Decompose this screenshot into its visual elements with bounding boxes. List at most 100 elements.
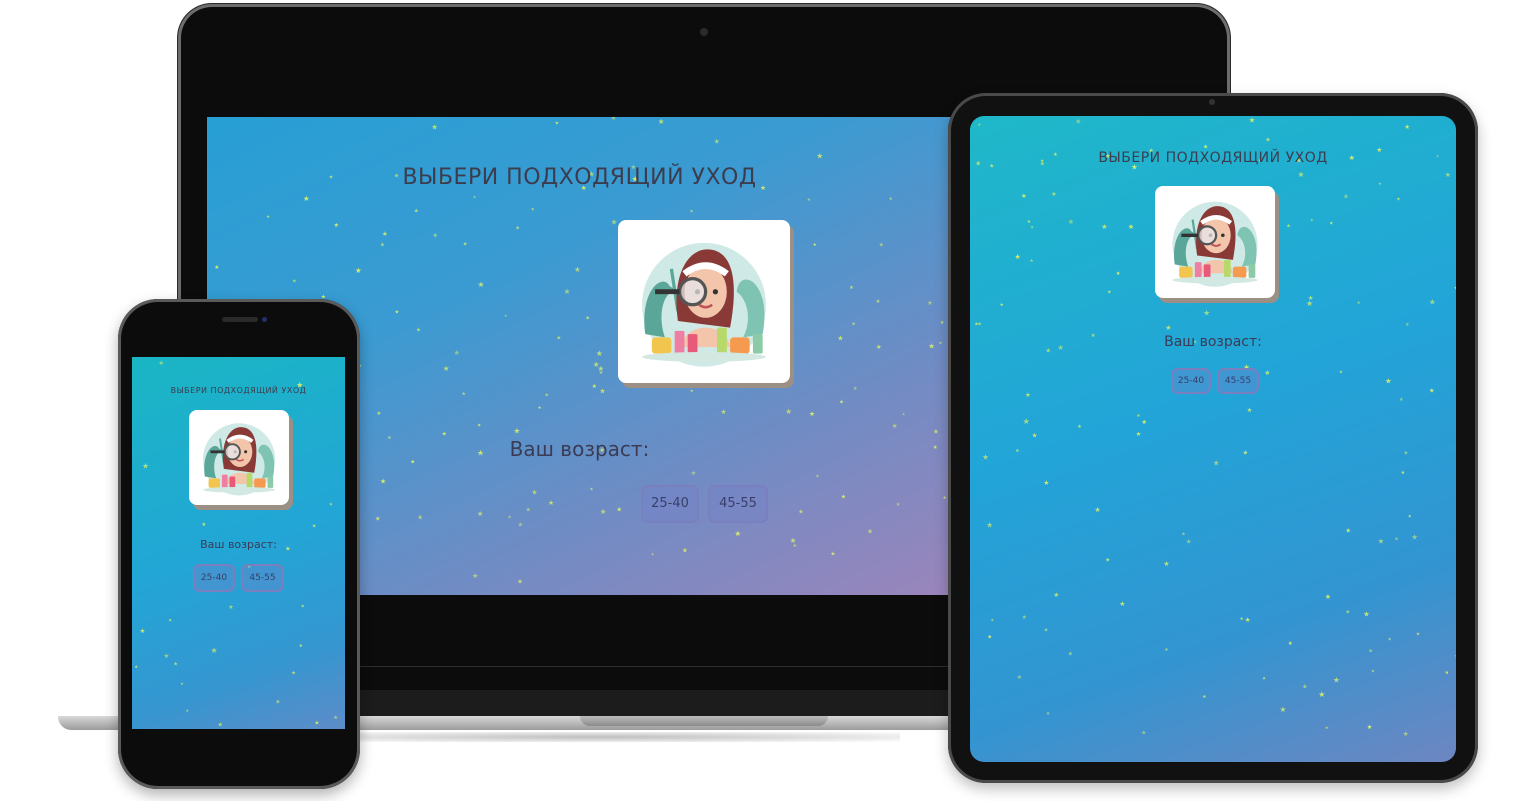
star-icon: ★ <box>1408 513 1412 518</box>
star-icon: ★ <box>1249 116 1256 125</box>
star-icon: ★ <box>185 708 189 714</box>
star-icon: ★ <box>1286 223 1291 229</box>
star-icon: ★ <box>507 515 511 521</box>
star-icon: ★ <box>815 474 820 480</box>
star-icon: ★ <box>315 721 320 727</box>
star-icon: ★ <box>1378 537 1384 546</box>
star-icon: ★ <box>275 698 280 705</box>
star-icon: ★ <box>1077 424 1082 430</box>
star-icon: ★ <box>943 495 947 501</box>
star-icon: ★ <box>1213 459 1220 468</box>
star-icon: ★ <box>312 524 317 530</box>
age-label: Ваш возраст: <box>1164 334 1262 350</box>
star-icon: ★ <box>1363 609 1370 618</box>
star-icon: ★ <box>1186 539 1192 546</box>
star-icon: ★ <box>590 486 594 492</box>
page-title: ВЫБЕРИ ПОДХОДЯЩИЙ УХОД <box>170 386 307 395</box>
age-option-45-55-button[interactable]: 45-55 <box>1217 368 1259 394</box>
star-icon: ★ <box>1203 308 1210 317</box>
star-icon: ★ <box>714 138 720 146</box>
star-icon: ★ <box>1075 117 1081 125</box>
phone-screen: ★★★★★★★★★★★★★★★★★★★★★★★★★★★★★★ ВЫБЕРИ ПО… <box>132 357 345 729</box>
star-icon: ★ <box>355 266 362 275</box>
star-icon: ★ <box>1015 253 1021 261</box>
star-icon: ★ <box>1325 725 1329 730</box>
star-icon: ★ <box>896 502 901 508</box>
star-icon: ★ <box>462 391 466 397</box>
star-icon: ★ <box>1119 600 1125 608</box>
star-icon: ★ <box>1025 391 1031 399</box>
star-icon: ★ <box>158 359 164 367</box>
star-icon: ★ <box>1411 532 1418 541</box>
star-icon: ★ <box>1141 419 1147 426</box>
star-icon: ★ <box>1245 616 1251 624</box>
star-icon: ★ <box>544 392 549 398</box>
star-icon: ★ <box>1265 137 1270 144</box>
age-label: Ваш возраст: <box>200 538 277 551</box>
star-icon: ★ <box>658 117 665 126</box>
star-icon: ★ <box>1181 531 1186 537</box>
star-icon: ★ <box>173 662 178 668</box>
star-icon: ★ <box>1399 397 1404 403</box>
star-icon: ★ <box>1339 370 1344 376</box>
star-icon: ★ <box>472 572 478 580</box>
star-icon: ★ <box>798 508 803 515</box>
star-icon: ★ <box>299 643 303 649</box>
star-icon: ★ <box>1044 628 1049 634</box>
star-icon: ★ <box>982 453 989 462</box>
star-icon: ★ <box>1401 470 1405 476</box>
age-option-25-40-button[interactable]: 25-40 <box>1171 368 1211 394</box>
star-icon: ★ <box>837 333 843 342</box>
age-option-25-40-button[interactable]: 25-40 <box>193 564 235 592</box>
star-icon: ★ <box>879 242 884 249</box>
star-icon: ★ <box>1298 170 1305 179</box>
star-icon: ★ <box>228 604 234 611</box>
star-icon: ★ <box>599 370 604 376</box>
star-icon: ★ <box>515 225 520 231</box>
star-icon: ★ <box>1128 223 1134 231</box>
star-icon: ★ <box>813 242 817 248</box>
star-icon: ★ <box>1371 668 1375 674</box>
star-icon: ★ <box>375 515 381 522</box>
star-icon: ★ <box>382 230 388 238</box>
star-icon: ★ <box>1032 432 1038 440</box>
star-icon: ★ <box>809 410 815 418</box>
star-icon: ★ <box>1280 705 1287 714</box>
star-icon: ★ <box>1345 528 1351 535</box>
star-icon: ★ <box>1404 450 1409 456</box>
phone-camera-icon <box>262 317 267 322</box>
star-icon: ★ <box>1023 417 1030 426</box>
age-option-45-55-button[interactable]: 45-55 <box>241 564 284 592</box>
star-icon: ★ <box>593 360 600 369</box>
star-icon: ★ <box>531 207 535 212</box>
star-icon: ★ <box>585 316 590 322</box>
star-icon: ★ <box>1302 684 1308 691</box>
star-icon: ★ <box>1403 730 1409 738</box>
star-icon: ★ <box>134 664 138 669</box>
star-icon: ★ <box>1404 123 1410 131</box>
laptop-camera-icon <box>700 28 708 36</box>
star-icon: ★ <box>473 194 477 200</box>
star-icon: ★ <box>214 264 219 271</box>
age-option-25-40-button[interactable]: 25-40 <box>641 485 699 523</box>
star-icon: ★ <box>1416 632 1421 638</box>
star-icon: ★ <box>599 386 605 395</box>
star-icon: ★ <box>977 322 982 328</box>
star-icon: ★ <box>876 298 881 305</box>
star-icon: ★ <box>266 214 270 220</box>
star-icon: ★ <box>793 543 797 549</box>
star-icon: ★ <box>990 617 994 623</box>
star-icon: ★ <box>1429 387 1435 394</box>
star-icon: ★ <box>478 280 485 289</box>
star-icon: ★ <box>690 389 695 395</box>
star-icon: ★ <box>1306 299 1313 308</box>
star-icon: ★ <box>1043 479 1049 487</box>
star-icon: ★ <box>940 320 945 326</box>
star-icon: ★ <box>830 550 835 557</box>
star-icon: ★ <box>376 411 381 417</box>
page-title: ВЫБЕРИ ПОДХОДЯЩИЙ УХОД <box>1098 150 1328 166</box>
star-icon: ★ <box>1240 616 1244 622</box>
age-option-45-55-button[interactable]: 45-55 <box>708 485 768 523</box>
star-icon: ★ <box>1046 711 1051 717</box>
star-icon: ★ <box>1015 448 1019 454</box>
